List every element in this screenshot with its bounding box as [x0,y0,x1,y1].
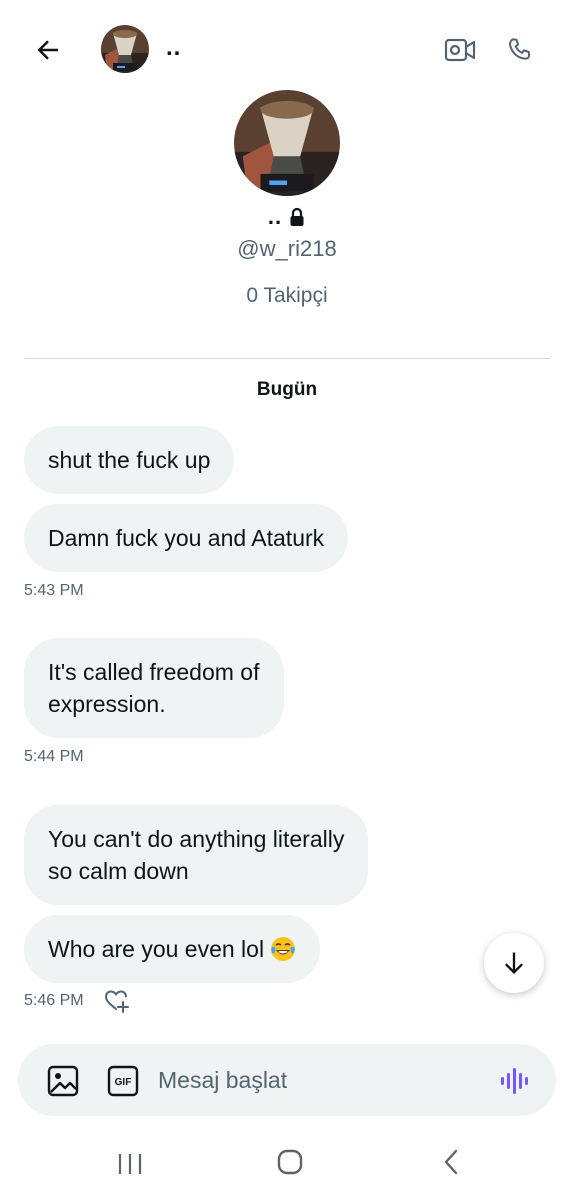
gif-label: GIF [115,1077,132,1088]
message-text: Damn fuck you and Ataturk [48,525,325,551]
profile-followers[interactable]: 0 Takipçi [0,284,574,308]
video-camera-icon [444,38,476,62]
profile-handle[interactable]: @w_ri218 [0,236,574,262]
profile-name-row: .. [0,204,574,230]
message-timestamp: 5:46 PM [24,992,84,1009]
gif-button[interactable]: GIF [106,1064,140,1098]
system-navigation-bar [0,1130,574,1200]
home-icon[interactable] [274,1146,306,1178]
message-bubble[interactable]: shut the fuck up [24,426,235,494]
profile-name: .. [267,204,283,229]
voice-wave-icon[interactable] [498,1064,534,1098]
message-text: Who are you even lol [48,936,265,962]
message-input[interactable] [158,1060,478,1100]
day-label: Bugün [256,379,318,400]
face-with-tears-of-joy-icon [271,937,296,961]
phone-icon [508,38,531,60]
message-timestamp: 5:43 PM [24,582,84,599]
lock-icon [290,207,304,226]
header-name[interactable]: .. [166,34,181,62]
video-call-button[interactable] [440,30,480,70]
message-bubble[interactable]: You can't do anything literally so calm … [24,805,369,905]
recent-apps-icon[interactable] [114,1148,146,1180]
arrow-down-icon [505,952,523,974]
message-bubble[interactable]: It's called freedom of expression. [24,638,284,738]
conversation-header: .. [0,0,574,100]
header-avatar[interactable] [101,25,149,73]
message-text: It's called freedom of expression. [48,659,260,717]
message-text: shut the fuck up [48,447,211,473]
heart-plus-icon[interactable] [104,988,130,1014]
message-bubble[interactable]: Damn fuck you and Ataturk [24,504,349,572]
system-back-icon[interactable] [436,1146,468,1178]
scroll-to-bottom-button[interactable] [484,933,544,993]
message-composer: GIF [18,1044,556,1116]
audio-call-button[interactable] [500,30,540,70]
message-bubble[interactable]: Who are you even lol [24,915,321,983]
back-button[interactable] [28,30,68,70]
message-text: You can't do anything literally so calm … [48,826,345,884]
divider [24,358,550,359]
profile-avatar[interactable] [234,90,340,196]
arrow-left-icon [37,40,58,60]
image-icon[interactable] [46,1064,80,1098]
message-timestamp: 5:44 PM [24,748,84,765]
